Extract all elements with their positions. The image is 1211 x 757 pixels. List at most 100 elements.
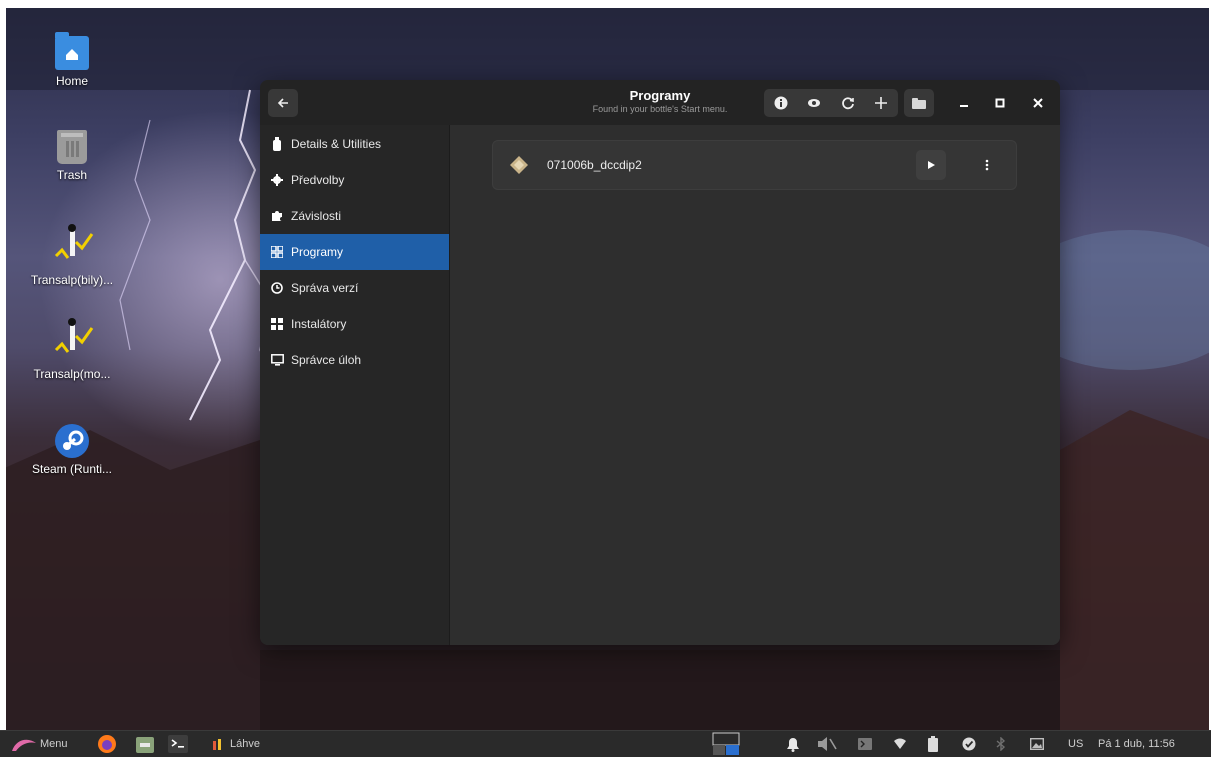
program-icon bbox=[510, 156, 528, 174]
play-icon bbox=[928, 161, 935, 169]
workspace-switcher[interactable] bbox=[712, 731, 768, 757]
clock-label: Pá 1 dub, 11:56 bbox=[1098, 738, 1175, 750]
trash-icon bbox=[57, 130, 87, 164]
minimize-icon bbox=[960, 105, 968, 107]
run-program-button[interactable] bbox=[916, 150, 946, 180]
sidebar-item-installers[interactable]: Instalátory bbox=[260, 306, 449, 342]
volume-muted-icon bbox=[818, 737, 837, 751]
close-button[interactable] bbox=[1024, 89, 1052, 117]
menu-button[interactable]: Menu bbox=[10, 731, 68, 757]
firefox-icon bbox=[98, 735, 116, 753]
desktop-icon-label: Steam (Runti... bbox=[31, 462, 113, 476]
terminal-launcher[interactable] bbox=[168, 731, 188, 757]
bottles-app-icon bbox=[213, 739, 221, 750]
terminal-tray-icon bbox=[858, 738, 872, 750]
desktop-trash[interactable]: Trash bbox=[22, 130, 122, 182]
terminal-tray[interactable] bbox=[858, 731, 872, 757]
menu-logo-icon bbox=[12, 739, 36, 751]
firefox-launcher[interactable] bbox=[96, 731, 118, 757]
sidebar-item-preferences[interactable]: Předvolby bbox=[260, 162, 449, 198]
program-row[interactable]: 071006b_dccdip2 bbox=[492, 140, 1017, 190]
wifi-icon bbox=[894, 738, 906, 749]
plus-icon bbox=[875, 97, 888, 109]
bluetooth-button[interactable] bbox=[996, 731, 1006, 757]
show-hidden-button[interactable] bbox=[798, 89, 832, 117]
clock[interactable]: Pá 1 dub, 11:56 bbox=[1098, 731, 1175, 757]
add-program-button[interactable] bbox=[865, 89, 899, 117]
header-action-group bbox=[764, 89, 898, 117]
transalp-icon bbox=[54, 318, 94, 353]
keyboard-layout[interactable]: US bbox=[1068, 731, 1083, 757]
maximize-button[interactable] bbox=[986, 89, 1014, 117]
sidebar-item-label: Předvolby bbox=[291, 173, 345, 187]
screenshot-button[interactable] bbox=[1030, 731, 1044, 757]
desktop-icon-label: Home bbox=[55, 74, 88, 88]
sidebar-item-label: Details & Utilities bbox=[291, 137, 382, 151]
info-button[interactable] bbox=[764, 89, 798, 117]
sidebar-item-programs[interactable]: Programy bbox=[260, 234, 449, 270]
program-menu-button[interactable] bbox=[972, 150, 1002, 180]
clock-icon bbox=[270, 281, 284, 295]
battery-button[interactable] bbox=[928, 731, 938, 757]
eye-icon bbox=[808, 99, 821, 107]
window-task-lahve[interactable]: Láhve bbox=[210, 731, 260, 757]
updates-button[interactable] bbox=[962, 731, 976, 757]
volume-button[interactable] bbox=[816, 731, 838, 757]
desktop-transalp-mo[interactable]: Transalp(mo... bbox=[22, 316, 122, 381]
info-icon bbox=[774, 96, 788, 110]
minimize-button[interactable] bbox=[950, 89, 978, 117]
program-name: 071006b_dccdip2 bbox=[547, 158, 642, 172]
sidebar-item-task-manager[interactable]: Správce úloh bbox=[260, 342, 449, 378]
window-title: Programy bbox=[629, 88, 691, 103]
refresh-button[interactable] bbox=[831, 89, 865, 117]
desktop-home[interactable]: Home bbox=[22, 32, 122, 88]
notifications-button[interactable] bbox=[784, 731, 802, 757]
window-title-block: Programy Found in your bottle's Start me… bbox=[560, 88, 760, 114]
desktop-transalp-bily[interactable]: Transalp(bily)... bbox=[22, 222, 122, 287]
bottles-window: Programy Found in your bottle's Start me… bbox=[260, 80, 1060, 645]
sidebar-item-label: Programy bbox=[291, 245, 344, 259]
desktop-icon-label: Transalp(bily)... bbox=[30, 273, 114, 287]
transalp-icon bbox=[54, 224, 94, 259]
puzzle-icon bbox=[270, 209, 284, 223]
arrow-left-icon bbox=[277, 98, 288, 108]
sidebar-item-label: Správce úloh bbox=[291, 353, 362, 367]
bell-icon bbox=[787, 738, 799, 752]
sidebar-item-label: Instalátory bbox=[291, 317, 347, 331]
files-launcher[interactable] bbox=[134, 731, 156, 757]
sidebar-item-versioning[interactable]: Správa verzí bbox=[260, 270, 449, 306]
workspace-icon bbox=[712, 732, 740, 755]
steam-icon bbox=[55, 424, 89, 458]
back-button[interactable] bbox=[268, 89, 298, 117]
sidebar-item-dependencies[interactable]: Závislosti bbox=[260, 198, 449, 234]
sidebar-item-details[interactable]: Details & Utilities bbox=[260, 126, 449, 162]
file-manager-icon bbox=[136, 737, 154, 753]
header-bar: Programy Found in your bottle's Start me… bbox=[260, 80, 1060, 125]
bottle-icon bbox=[270, 137, 284, 151]
desktop-icon-label: Trash bbox=[56, 168, 88, 182]
keyboard-layout-label: US bbox=[1068, 738, 1084, 750]
battery-icon bbox=[928, 736, 938, 752]
image-icon bbox=[1030, 738, 1044, 750]
close-icon bbox=[1033, 98, 1043, 108]
monitor-icon bbox=[270, 353, 284, 367]
menu-label: Menu bbox=[40, 738, 68, 750]
window-subtitle: Found in your bottle's Start menu. bbox=[592, 104, 728, 114]
refresh-icon bbox=[841, 97, 854, 110]
installers-icon bbox=[270, 317, 284, 331]
apps-grid-icon bbox=[270, 245, 284, 259]
bluetooth-icon bbox=[996, 737, 1006, 751]
window-task-label: Láhve bbox=[230, 738, 260, 750]
programs-list: 071006b_dccdip2 bbox=[450, 125, 1060, 645]
check-circle-icon bbox=[962, 737, 976, 751]
folder-icon bbox=[912, 98, 926, 109]
sidebar-item-label: Správa verzí bbox=[291, 281, 359, 295]
maximize-icon bbox=[995, 98, 1005, 108]
taskbar: Menu Láhve US Pá 1 dub, 11:56 bbox=[0, 730, 1211, 757]
sidebar: Details & Utilities Předvolby Závislosti… bbox=[260, 125, 450, 645]
browse-files-button[interactable] bbox=[904, 89, 934, 117]
sidebar-item-label: Závislosti bbox=[291, 209, 342, 223]
network-button[interactable] bbox=[894, 731, 906, 757]
desktop-steam[interactable]: Steam (Runti... bbox=[22, 424, 122, 476]
more-vertical-icon bbox=[985, 159, 989, 171]
